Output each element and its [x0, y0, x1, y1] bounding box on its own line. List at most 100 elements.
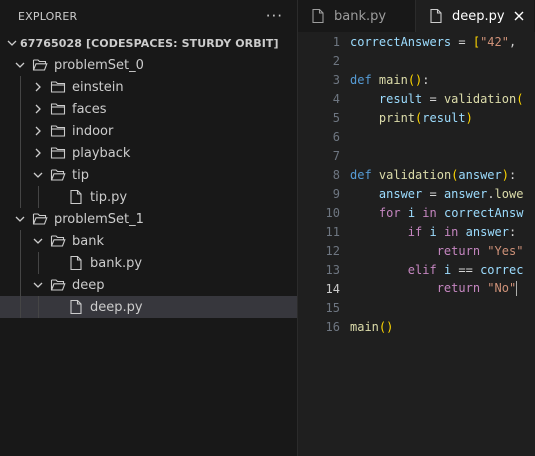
folder-open-icon [32, 57, 48, 73]
folder-item-faces[interactable]: faces [0, 98, 297, 120]
code-token: main [350, 319, 379, 334]
explorer-sidebar: EXPLORER ··· 67765028 [CODESPACES: STURD… [0, 0, 297, 456]
code-token: lowe [494, 186, 524, 201]
code-token: = [422, 91, 444, 106]
tree-item-label: tip [72, 167, 89, 183]
folder-item-deep[interactable]: deep [0, 274, 297, 296]
chevron-down-icon [30, 277, 46, 293]
explorer-title: EXPLORER [18, 9, 78, 23]
folder-open-icon [50, 167, 66, 183]
code-token: ) [501, 167, 509, 182]
indent-guide [20, 98, 21, 120]
folder-icon [50, 101, 66, 117]
code-token: elif [407, 262, 437, 277]
tab-deep-py[interactable]: deep.py [416, 0, 534, 32]
code-line: 11 if i in answer: [298, 222, 535, 241]
tree-item-label: einstein [72, 79, 124, 95]
file-icon [68, 189, 84, 205]
file-item-tip-py[interactable]: tip.py [0, 186, 297, 208]
tab-label: bank.py [334, 8, 387, 24]
indent-guide [20, 274, 21, 296]
folder-item-problemset-0[interactable]: problemSet_0 [0, 54, 297, 76]
file-tree: problemSet_0 einstein faces indoor playback t… [0, 54, 297, 318]
indent-guide [20, 252, 21, 274]
tree-item-label: problemSet_0 [54, 57, 144, 73]
folder-item-bank[interactable]: bank [0, 230, 297, 252]
code-token: validation [378, 167, 452, 182]
folder-open-icon [50, 277, 66, 293]
file-item-bank-py[interactable]: bank.py [0, 252, 297, 274]
code-text: correctAnswers = ["42", [350, 35, 531, 49]
code-editor[interactable]: 1 correctAnswers = ["42", 2 3 def main(): 4 … [298, 32, 535, 336]
folder-item-einstein[interactable]: einstein [0, 76, 297, 98]
code-line: 15 [298, 298, 535, 317]
code-text: def validation(answer): [350, 168, 516, 182]
tree-item-label: bank [72, 233, 104, 249]
indent-guide [20, 120, 21, 142]
line-number: 13 [325, 262, 340, 277]
chevron-down-icon [30, 233, 46, 249]
code-line: 14 return "No" [298, 279, 535, 298]
code-token: : [509, 167, 517, 182]
code-token: def [350, 167, 372, 182]
code-token: print [378, 110, 416, 125]
code-token: . [487, 186, 495, 201]
folder-item-indoor[interactable]: indoor [0, 120, 297, 142]
file-icon [68, 299, 84, 315]
line-number: 4 [332, 91, 340, 106]
line-number: 5 [332, 110, 340, 125]
tree-item-label: faces [72, 101, 107, 117]
code-line: 5 print(result) [298, 108, 535, 127]
folder-item-problemset-1[interactable]: problemSet_1 [0, 208, 297, 230]
workspace-title: 67765028 [CODESPACES: STURDY ORBIT] [20, 36, 279, 50]
code-token: == [451, 262, 481, 277]
code-line: 1 correctAnswers = ["42", [298, 32, 535, 51]
code-token: ( [516, 91, 524, 106]
code-token: answer [378, 186, 423, 201]
chevron-right-icon [30, 79, 46, 95]
indent-guide [20, 142, 21, 164]
code-token: () [407, 72, 423, 87]
folder-open-icon [32, 211, 48, 227]
tree-item-label: deep [72, 277, 105, 293]
tree-item-label: tip.py [90, 189, 128, 205]
code-line: 9 answer = answer.lowe [298, 184, 535, 203]
more-actions-button[interactable]: ··· [266, 7, 283, 25]
code-line: 8 def validation(answer): [298, 165, 535, 184]
file-icon [68, 255, 84, 271]
code-text: return "No" [350, 281, 518, 296]
indent-guide [20, 230, 21, 252]
folder-item-playback[interactable]: playback [0, 142, 297, 164]
folder-icon [50, 79, 66, 95]
code-text: for i in correctAnsw [350, 205, 524, 220]
code-token: () [378, 319, 394, 334]
code-token: "42" [480, 34, 509, 49]
chevron-right-icon [30, 123, 46, 139]
code-token: answer [458, 167, 502, 182]
line-number: 2 [332, 53, 340, 68]
line-number: 6 [332, 129, 340, 144]
chevron-down-icon [30, 167, 46, 183]
code-token: = [451, 34, 473, 49]
code-token: i [407, 205, 416, 220]
code-token: for [378, 205, 401, 220]
close-icon[interactable] [510, 7, 528, 25]
tree-item-label: playback [72, 145, 131, 161]
file-item-deep-py[interactable]: deep.py [0, 296, 297, 318]
line-number: 16 [325, 319, 340, 334]
indent-guide [38, 296, 39, 318]
indent-guide [38, 186, 39, 208]
code-token: return [436, 243, 481, 258]
code-token: "Yes" [487, 243, 524, 258]
code-line: 12 return "Yes" [298, 241, 535, 260]
tab-bank-py[interactable]: bank.py [298, 0, 416, 32]
workspace-section-header[interactable]: 67765028 [CODESPACES: STURDY ORBIT] [0, 32, 297, 54]
folder-item-tip[interactable]: tip [0, 164, 297, 186]
file-icon [428, 8, 444, 24]
code-token: = [422, 186, 444, 201]
code-token: , [508, 34, 531, 49]
